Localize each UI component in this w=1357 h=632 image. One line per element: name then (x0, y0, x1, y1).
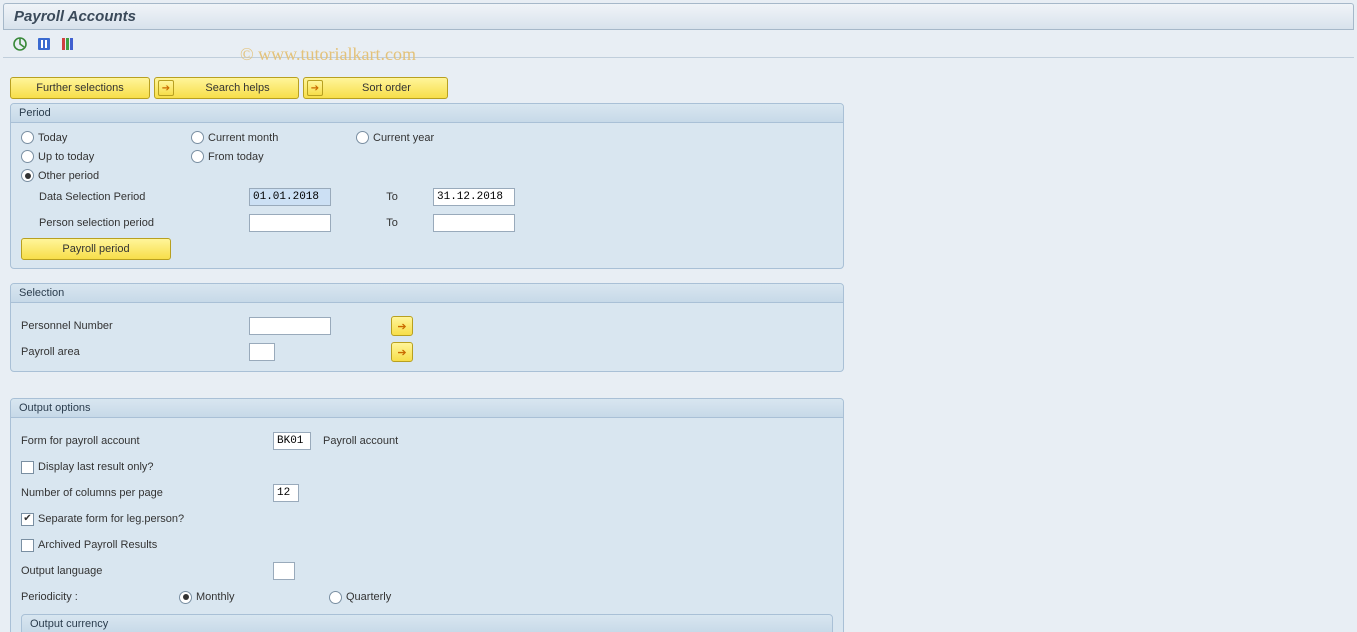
separate-form-label: Separate form for leg.person? (38, 513, 184, 525)
person-selection-period-label: Person selection period (21, 217, 249, 229)
to-label-2: To (351, 217, 433, 229)
color-bars-icon[interactable] (59, 35, 77, 53)
radio-other-period-label: Other period (38, 170, 99, 182)
display-last-result-label: Display last result only? (38, 461, 154, 473)
search-helps-label: Search helps (205, 82, 269, 94)
period-group: Period Today Current month Current year … (10, 103, 844, 269)
output-language-input[interactable] (273, 562, 295, 580)
form-input[interactable] (273, 432, 311, 450)
radio-monthly[interactable]: Monthly (179, 591, 329, 604)
radio-icon (329, 591, 342, 604)
radio-icon (356, 131, 369, 144)
personnel-number-input[interactable] (249, 317, 331, 335)
radio-current-month-label: Current month (208, 132, 278, 144)
radio-icon (21, 150, 34, 163)
archived-checkbox[interactable] (21, 539, 34, 552)
page-title: Payroll Accounts (3, 3, 1354, 30)
to-label-1: To (351, 191, 433, 203)
arrow-right-icon: ➔ (158, 80, 174, 96)
selection-group: Selection Personnel Number ➔ Payroll are… (10, 283, 844, 372)
arrow-right-icon: ➔ (307, 80, 323, 96)
output-currency-subgroup: Output currency For-period Alternative c… (21, 614, 833, 632)
radio-current-year[interactable]: Current year (356, 131, 521, 144)
sort-order-label: Sort order (362, 82, 411, 94)
output-language-label: Output language (21, 565, 273, 577)
payroll-area-multi-button[interactable]: ➔ (391, 342, 413, 362)
top-button-row: Further selections ➔ Search helps ➔ Sort… (10, 77, 1347, 99)
sort-order-button[interactable]: ➔ Sort order (303, 77, 448, 99)
form-desc-label: Payroll account (323, 435, 398, 447)
radio-icon (21, 169, 34, 182)
currency-legend: Output currency (22, 615, 832, 632)
layout-icon[interactable] (35, 35, 53, 53)
radio-icon (179, 591, 192, 604)
periodicity-label: Periodicity : (21, 591, 179, 603)
radio-current-year-label: Current year (373, 132, 434, 144)
selection-legend: Selection (11, 284, 843, 303)
radio-icon (191, 150, 204, 163)
payroll-area-label: Payroll area (21, 346, 249, 358)
radio-up-to-today[interactable]: Up to today (21, 150, 191, 163)
radio-from-today-label: From today (208, 151, 264, 163)
output-options-group: Output options Form for payroll account … (10, 398, 844, 632)
radio-monthly-label: Monthly (196, 591, 235, 603)
radio-quarterly-label: Quarterly (346, 591, 391, 603)
radio-current-month[interactable]: Current month (191, 131, 356, 144)
radio-today-label: Today (38, 132, 67, 144)
personnel-number-label: Personnel Number (21, 320, 249, 332)
cols-input[interactable] (273, 484, 299, 502)
execute-icon[interactable] (11, 35, 29, 53)
search-helps-button[interactable]: ➔ Search helps (154, 77, 299, 99)
radio-quarterly[interactable]: Quarterly (329, 591, 391, 604)
output-legend: Output options (11, 399, 843, 418)
radio-other-period[interactable]: Other period (21, 169, 191, 182)
content-scroll[interactable]: Further selections ➔ Search helps ➔ Sort… (0, 71, 1357, 632)
payroll-period-button[interactable]: Payroll period (21, 238, 171, 260)
separate-form-checkbox[interactable] (21, 513, 34, 526)
radio-up-to-today-label: Up to today (38, 151, 94, 163)
data-selection-to-input[interactable] (433, 188, 515, 206)
data-selection-from-input[interactable] (249, 188, 331, 206)
payroll-area-input[interactable] (249, 343, 275, 361)
personnel-number-multi-button[interactable]: ➔ (391, 316, 413, 336)
period-legend: Period (11, 104, 843, 123)
radio-icon (21, 131, 34, 144)
app-toolbar (3, 33, 1354, 58)
data-selection-period-label: Data Selection Period (21, 191, 249, 203)
display-last-result-checkbox[interactable] (21, 461, 34, 474)
person-selection-from-input[interactable] (249, 214, 331, 232)
radio-today[interactable]: Today (21, 131, 191, 144)
cols-label: Number of columns per page (21, 487, 273, 499)
radio-icon (191, 131, 204, 144)
person-selection-to-input[interactable] (433, 214, 515, 232)
archived-label: Archived Payroll Results (38, 539, 157, 551)
form-label: Form for payroll account (21, 435, 273, 447)
radio-from-today[interactable]: From today (191, 150, 356, 163)
further-selections-button[interactable]: Further selections (10, 77, 150, 99)
